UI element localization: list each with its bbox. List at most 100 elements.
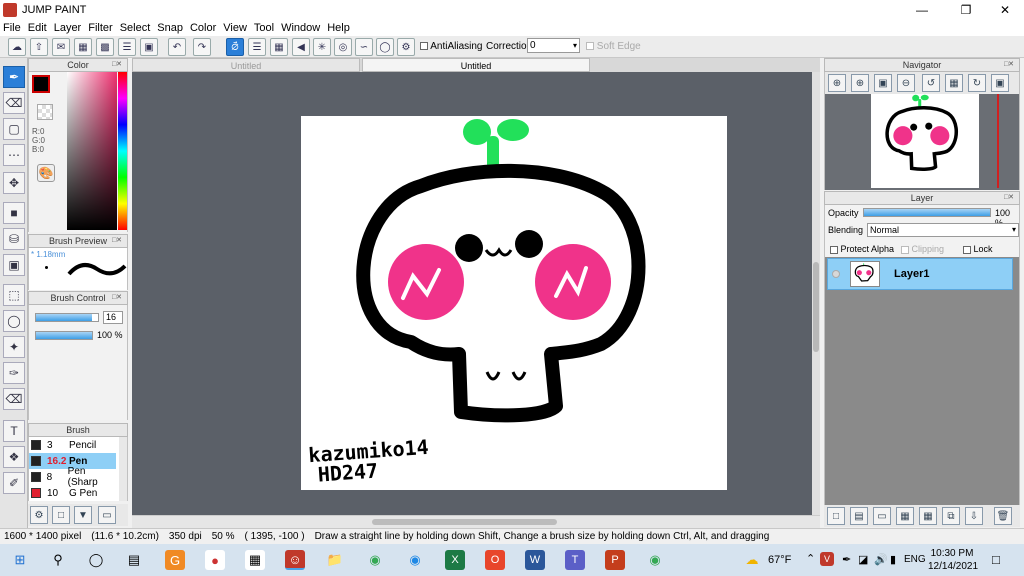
- volume-icon[interactable]: 🔊: [874, 553, 888, 566]
- navigator-thumbnail[interactable]: [871, 94, 979, 188]
- flip-icon[interactable]: ▦: [945, 74, 963, 92]
- brush-opacity-slider[interactable]: [35, 331, 93, 340]
- file-explorer-icon[interactable]: 📁: [325, 550, 345, 570]
- move-tool-icon[interactable]: ✥: [3, 172, 25, 194]
- brush-settings-icon[interactable]: ⚙: [30, 506, 48, 524]
- antialiasing-checkbox[interactable]: [420, 42, 428, 51]
- snap-perspective-icon[interactable]: ◀: [292, 38, 310, 56]
- zoom-actual-icon[interactable]: ▣: [874, 74, 892, 92]
- pen-workspace-icon[interactable]: ✒: [842, 553, 851, 566]
- redo-icon[interactable]: ↷: [193, 38, 211, 56]
- snap-radial-icon[interactable]: ✳: [313, 38, 331, 56]
- start-icon[interactable]: ⊞: [10, 550, 30, 570]
- properties-icon[interactable]: ☰: [118, 38, 136, 56]
- blending-dropdown[interactable]: Normal ▾: [867, 223, 1019, 237]
- clipping-checkbox[interactable]: [901, 245, 909, 254]
- rotate-left-icon[interactable]: ↺: [922, 74, 940, 92]
- panel-close-icon[interactable]: □✕: [109, 237, 125, 245]
- word-icon[interactable]: W: [525, 550, 545, 570]
- gradient-tool-icon[interactable]: ▣: [3, 254, 25, 276]
- zoom-in-icon[interactable]: ⊕: [851, 74, 869, 92]
- panel-close-icon[interactable]: □✕: [109, 294, 125, 302]
- chrome-icon[interactable]: ◉: [365, 550, 385, 570]
- menu-snap[interactable]: Snap: [157, 22, 183, 34]
- rotate-right-icon[interactable]: ↻: [968, 74, 986, 92]
- horizontal-scrollbar[interactable]: [132, 515, 820, 528]
- jump-paint-taskbar-icon[interactable]: ☺: [285, 550, 305, 570]
- cortana-icon[interactable]: ◯: [86, 550, 106, 570]
- menu-help[interactable]: Help: [327, 22, 350, 34]
- protect-alpha-option[interactable]: Protect Alpha: [830, 244, 894, 254]
- chevron-up-icon[interactable]: ⌃: [806, 552, 815, 565]
- tab-untitled-1[interactable]: Untitled: [132, 58, 360, 72]
- hue-slider[interactable]: [118, 72, 127, 230]
- zoom-out-icon[interactable]: ⊖: [897, 74, 915, 92]
- soft-edge-option[interactable]: Soft Edge: [586, 41, 641, 52]
- reset-view-icon[interactable]: ▣: [991, 74, 1009, 92]
- rectangle-tool-icon[interactable]: ▢: [3, 118, 25, 140]
- select-pen-tool-icon[interactable]: ✑: [3, 362, 25, 384]
- drawing-canvas[interactable]: kazumiko14 HD247: [301, 116, 727, 490]
- select-eraser-tool-icon[interactable]: ⌫: [3, 388, 25, 410]
- minimize-button[interactable]: —: [905, 0, 939, 20]
- panel-close-icon[interactable]: □✕: [1001, 61, 1017, 69]
- menu-window[interactable]: Window: [281, 22, 320, 34]
- magic-wand-tool-icon[interactable]: ✦: [3, 336, 25, 358]
- fill-rect-tool-icon[interactable]: ■: [3, 202, 25, 224]
- duplicate-layer-icon[interactable]: ⧉: [942, 507, 960, 525]
- brush-size-slider[interactable]: [35, 313, 99, 322]
- battery-icon[interactable]: ▮: [890, 553, 896, 566]
- delete-layer-icon[interactable]: 🗑: [994, 507, 1012, 525]
- brush-list-scrollbar[interactable]: [119, 437, 127, 501]
- clipping-option[interactable]: Clipping: [901, 244, 944, 254]
- vertical-scroll-thumb[interactable]: [813, 262, 819, 352]
- color-saturation-field[interactable]: [67, 72, 117, 230]
- clock[interactable]: 10:30 PM 12/14/2021: [928, 547, 978, 573]
- protect-alpha-checkbox[interactable]: [830, 245, 838, 254]
- powerpoint-icon[interactable]: P: [605, 550, 625, 570]
- brush-size-input[interactable]: 16: [103, 311, 123, 324]
- brush-item-pencil[interactable]: 3 Pencil: [29, 437, 116, 453]
- tray-app-icon[interactable]: V: [820, 552, 834, 566]
- panel-close-icon[interactable]: □✕: [1001, 194, 1017, 202]
- menu-file[interactable]: File: [3, 22, 21, 34]
- new-halftone-layer-icon[interactable]: ▤: [850, 507, 868, 525]
- layer-visibility-icon[interactable]: [832, 270, 840, 278]
- network-icon[interactable]: ◪: [858, 553, 868, 566]
- new-brush-icon[interactable]: □: [52, 506, 70, 524]
- office-icon[interactable]: O: [485, 550, 505, 570]
- tone-layer-icon[interactable]: ▦: [896, 507, 914, 525]
- menu-select[interactable]: Select: [120, 22, 151, 34]
- comment-icon[interactable]: ✉: [52, 38, 70, 56]
- menu-tool[interactable]: Tool: [254, 22, 274, 34]
- brush-item-g-pen[interactable]: 10 G Pen: [29, 485, 116, 501]
- search-icon[interactable]: ⚲: [48, 550, 68, 570]
- language-indicator[interactable]: ENG: [904, 554, 926, 565]
- snap-ellipse-icon[interactable]: ◯: [376, 38, 394, 56]
- bucket-tool-icon[interactable]: ⛁: [3, 228, 25, 250]
- correction-dropdown[interactable]: 0 ▾: [527, 38, 580, 53]
- brush-menu-icon[interactable]: ▼: [74, 506, 92, 524]
- edge-icon[interactable]: ◉: [405, 550, 425, 570]
- menu-filter[interactable]: Filter: [88, 22, 112, 34]
- snap-curve-icon[interactable]: ∽: [355, 38, 373, 56]
- snap-circle-icon[interactable]: ◎: [334, 38, 352, 56]
- lock-option[interactable]: Lock: [963, 244, 993, 254]
- menu-layer[interactable]: Layer: [54, 22, 82, 34]
- soft-edge-checkbox[interactable]: [586, 42, 594, 51]
- brush-tool-icon[interactable]: ✒: [3, 66, 25, 88]
- tab-untitled-2[interactable]: Untitled: [362, 58, 590, 72]
- notifications-icon[interactable]: □: [992, 552, 1000, 567]
- horizontal-scroll-thumb[interactable]: [372, 519, 557, 525]
- palette-icon[interactable]: 🎨: [37, 164, 55, 182]
- store-icon[interactable]: ▦: [245, 550, 265, 570]
- primary-color-swatch[interactable]: [32, 75, 50, 93]
- restore-button[interactable]: ❐: [949, 0, 983, 20]
- menu-color[interactable]: Color: [190, 22, 216, 34]
- brush-item-pen-sharp[interactable]: 8 Pen (Sharp: [29, 466, 116, 488]
- dot-line-tool-icon[interactable]: ⋯: [3, 144, 25, 166]
- eraser-tool-icon[interactable]: ⌫: [3, 92, 25, 114]
- transparent-swatch[interactable]: [37, 104, 53, 120]
- brush-file-icon[interactable]: ▭: [98, 506, 116, 524]
- app-orange-icon[interactable]: G: [165, 550, 185, 570]
